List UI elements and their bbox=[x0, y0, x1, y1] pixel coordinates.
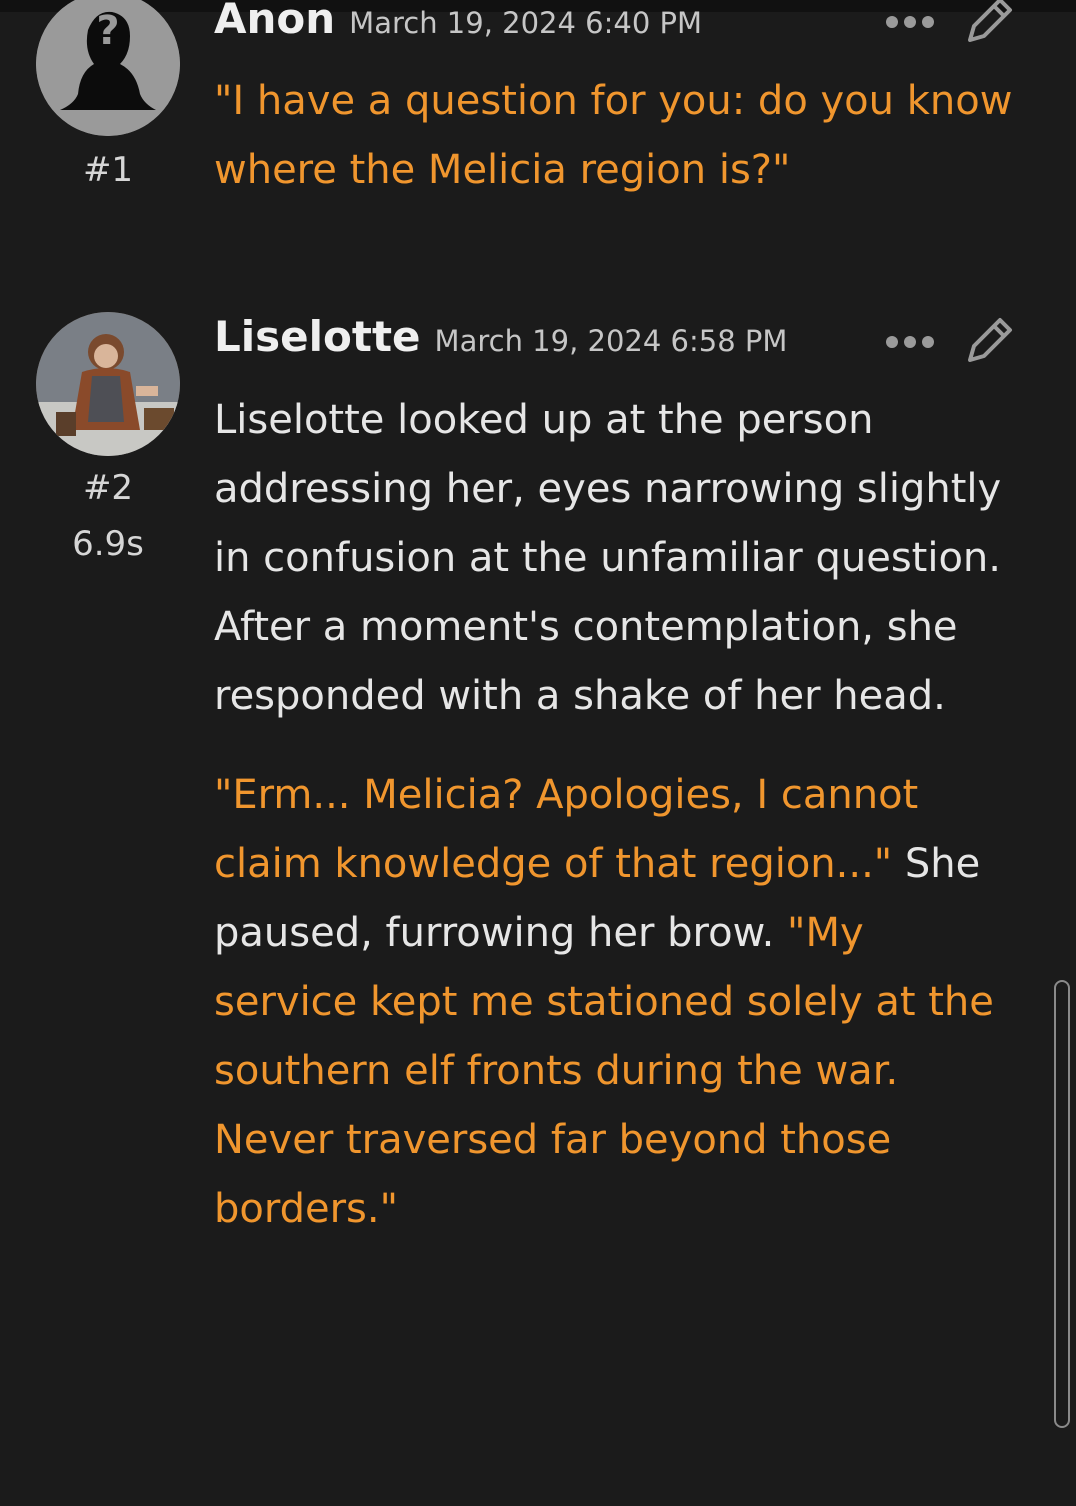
post-number: #1 bbox=[82, 150, 134, 190]
post-header: Liselotte March 19, 2024 6:58 PM bbox=[214, 312, 787, 361]
avatar[interactable] bbox=[36, 312, 180, 456]
scrollbar[interactable] bbox=[1054, 980, 1070, 1428]
chat-page: ? #1 Anon March 19, 2024 6:40 PM "I have … bbox=[0, 0, 1076, 1506]
edit-button[interactable] bbox=[962, 0, 1018, 48]
post-number: #2 bbox=[82, 468, 134, 508]
more-dots-icon bbox=[886, 336, 934, 348]
pencil-edit-icon bbox=[968, 0, 1012, 42]
message-post-1: ? #1 Anon March 19, 2024 6:40 PM "I have … bbox=[0, 0, 1076, 260]
anonymous-user-icon: ? bbox=[36, 0, 180, 136]
generation-time: 6.9s bbox=[72, 524, 144, 564]
svg-text:?: ? bbox=[96, 8, 119, 54]
character-portrait-avatar bbox=[36, 312, 180, 456]
quote-text: "Erm... Melicia? Apologies, I cannot cla… bbox=[214, 772, 919, 887]
post-date: March 19, 2024 6:58 PM bbox=[434, 324, 788, 358]
post-date: March 19, 2024 6:40 PM bbox=[349, 6, 703, 40]
more-options-button[interactable] bbox=[884, 332, 936, 352]
avatar[interactable]: ? bbox=[36, 0, 180, 136]
quote-text: "My service kept me stationed solely at … bbox=[214, 910, 994, 1232]
narration-paragraph: Liselotte looked up at the person addres… bbox=[214, 386, 1014, 731]
narration-text: Liselotte looked up at the person addres… bbox=[214, 397, 1002, 719]
post-header: Anon March 19, 2024 6:40 PM bbox=[214, 0, 702, 43]
post-body: "I have a question for you: do you know … bbox=[214, 67, 1014, 205]
post-body: Liselotte looked up at the person addres… bbox=[214, 386, 1014, 1244]
author-name[interactable]: Liselotte bbox=[214, 312, 421, 361]
author-name[interactable]: Anon bbox=[214, 0, 335, 43]
quote-text: "I have a question for you: do you know … bbox=[214, 78, 1013, 193]
more-dots-icon bbox=[886, 16, 934, 28]
more-options-button[interactable] bbox=[884, 12, 936, 32]
message-post-2: #2 6.9s Liselotte March 19, 2024 6:58 PM … bbox=[0, 300, 1076, 1506]
edit-button[interactable] bbox=[962, 312, 1018, 368]
pencil-edit-icon bbox=[968, 318, 1012, 362]
dialogue-paragraph: "Erm... Melicia? Apologies, I cannot cla… bbox=[214, 761, 1014, 1244]
